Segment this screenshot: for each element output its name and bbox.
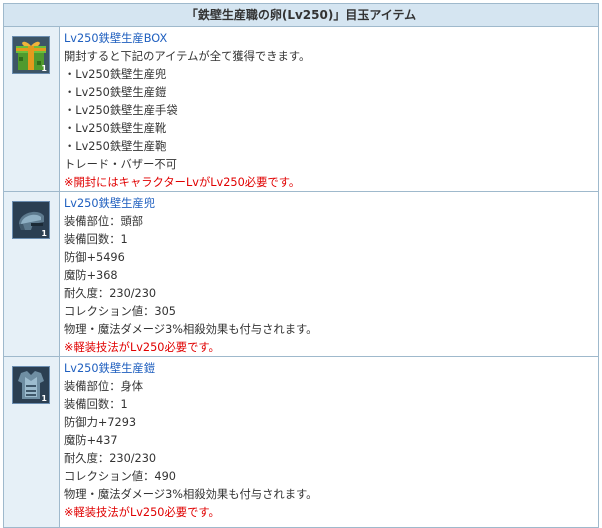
item-line: 魔防+368 (64, 269, 118, 282)
item-details: Lv250鉄壁生産BOX 開封すると下記のアイテムが全て獲得できます。 ・Lv2… (64, 30, 594, 192)
item-line: 防御力+7293 (64, 416, 137, 429)
item-details: Lv250鉄壁生産鎧 装備部位：身体 装備回数：1 防御力+7293 魔防+43… (64, 360, 594, 522)
helmet-icon[interactable]: 1 (12, 201, 50, 239)
item-name: Lv250鉄壁生産BOX (64, 32, 168, 45)
item-line: 耐久度：230/230 (64, 287, 157, 300)
item-line: 開封すると下記のアイテムが全て獲得できます。 (64, 50, 311, 63)
gift-box-icon[interactable]: 1 (12, 36, 50, 74)
item-line: 魔防+437 (64, 434, 118, 447)
item-line: トレード・バザー不可 (64, 158, 177, 171)
item-line: 装備部位：頭部 (64, 215, 144, 228)
item-line: 装備回数：1 (64, 398, 128, 411)
warning-text: ※軽装技法がLv250必要です。 (64, 506, 220, 519)
warning-text: ※軽装技法がLv250必要です。 (64, 341, 220, 354)
item-line: ・Lv250鉄壁生産靴 (64, 122, 167, 135)
quantity-label: 1 (41, 229, 47, 238)
item-line: コレクション値：490 (64, 470, 176, 483)
item-row-box: 1 Lv250鉄壁生産BOX 開封すると下記のアイテムが全て獲得できます。 ・L… (4, 27, 598, 192)
item-line: 装備回数：1 (64, 233, 128, 246)
item-line: ・Lv250鉄壁生産鎧 (64, 86, 167, 99)
quantity-label: 1 (41, 394, 47, 403)
armor-icon[interactable]: 1 (12, 366, 50, 404)
item-line: 防御+5496 (64, 251, 125, 264)
warning-text: ※開封にはキャラクターLvがLv250必要です。 (64, 176, 301, 189)
item-row-helmet: 1 Lv250鉄壁生産兜 装備部位：頭部 装備回数：1 防御+5496 魔防+3… (4, 192, 598, 357)
item-name: Lv250鉄壁生産鎧 (64, 362, 156, 375)
item-details: Lv250鉄壁生産兜 装備部位：頭部 装備回数：1 防御+5496 魔防+368… (64, 195, 594, 357)
item-line: 装備部位：身体 (64, 380, 144, 393)
item-line: ・Lv250鉄壁生産鞄 (64, 140, 167, 153)
item-line: 耐久度：230/230 (64, 452, 157, 465)
icon-cell: 1 (4, 357, 60, 527)
item-line: コレクション値：305 (64, 305, 176, 318)
item-line: 物理・魔法ダメージ3%相殺効果も付与されます。 (64, 323, 318, 336)
item-line: 物理・魔法ダメージ3%相殺効果も付与されます。 (64, 488, 318, 501)
icon-cell: 1 (4, 27, 60, 191)
item-name: Lv250鉄壁生産兜 (64, 197, 156, 210)
icon-cell: 1 (4, 192, 60, 356)
item-table: 「鉄壁生産職の卵(Lv250)」目玉アイテム 1 Lv250鉄壁生産BOX 開封… (3, 3, 599, 528)
quantity-label: 1 (41, 64, 47, 73)
item-line: ・Lv250鉄壁生産手袋 (64, 104, 178, 117)
item-row-armor: 1 Lv250鉄壁生産鎧 装備部位：身体 装備回数：1 防御力+7293 魔防+… (4, 357, 598, 527)
table-header: 「鉄壁生産職の卵(Lv250)」目玉アイテム (4, 4, 598, 27)
item-line: ・Lv250鉄壁生産兜 (64, 68, 167, 81)
